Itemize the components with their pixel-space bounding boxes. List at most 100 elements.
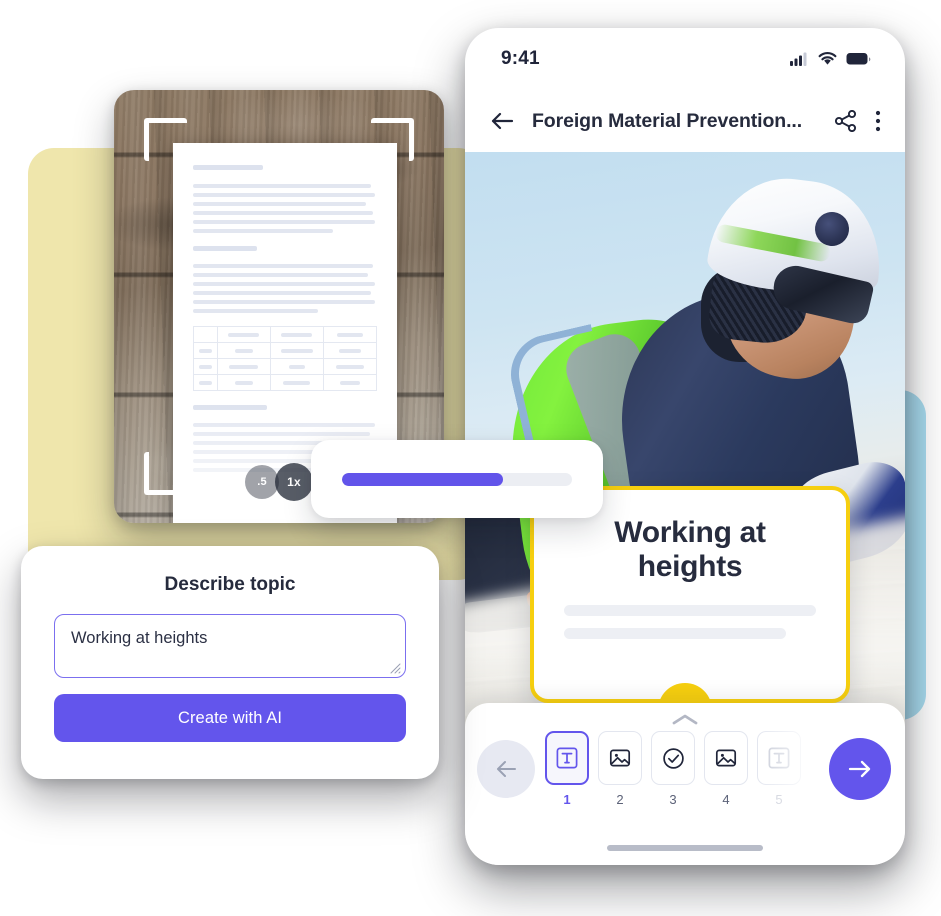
app-bar: Foreign Material Prevention... <box>465 90 905 152</box>
back-button[interactable] <box>490 111 514 131</box>
doc-line <box>193 273 368 277</box>
step-thumbnail <box>598 731 642 785</box>
status-bar: 9:41 <box>465 28 905 90</box>
step-navigation-row[interactable]: 1 2 3 4 5 <box>465 731 905 807</box>
chevron-up-icon <box>672 714 698 725</box>
topic-body-skeleton <box>564 605 816 640</box>
table-cell <box>269 326 324 343</box>
doc-line <box>193 291 372 295</box>
zoom-level-controls[interactable]: .5 1x <box>245 463 313 501</box>
table-cell <box>193 374 218 391</box>
home-indicator[interactable] <box>607 845 763 851</box>
image-icon <box>609 749 631 767</box>
share-button[interactable] <box>835 110 857 132</box>
step-number: 1 <box>563 792 571 807</box>
table-cell <box>193 342 218 359</box>
text-block-icon <box>556 747 578 769</box>
step-number: 2 <box>616 792 624 807</box>
table-cell <box>216 326 271 343</box>
doc-subheading-skeleton <box>193 246 258 251</box>
overflow-menu-button[interactable] <box>875 110 881 132</box>
scan-bracket-top-right <box>371 118 414 161</box>
table-cell <box>322 326 378 343</box>
doc-line <box>193 300 376 304</box>
battery-icon <box>846 53 871 65</box>
doc-line <box>193 229 333 233</box>
table-cell <box>193 358 218 375</box>
zoom-level-0.5x[interactable]: .5 <box>245 465 279 499</box>
doc-line <box>193 282 376 286</box>
doc-line <box>193 184 372 188</box>
status-icons <box>790 52 871 66</box>
doc-line <box>193 423 376 427</box>
topic-title: Working at heights <box>614 516 766 583</box>
step-item-3[interactable]: 3 <box>651 731 695 807</box>
table-cell <box>269 342 324 359</box>
expand-sheet-button[interactable] <box>465 713 905 727</box>
step-item-4[interactable]: 4 <box>704 731 748 807</box>
steps-scroller[interactable]: 1 2 3 4 5 <box>545 731 817 807</box>
table-cell <box>216 374 271 391</box>
check-circle-icon <box>662 747 684 769</box>
doc-heading-skeleton <box>193 165 263 170</box>
zoom-level-label: .5 <box>257 476 267 488</box>
describe-topic-title: Describe topic <box>164 574 296 595</box>
cellular-signal-icon <box>790 52 807 66</box>
arrow-left-icon <box>491 112 514 130</box>
image-icon <box>715 749 737 767</box>
doc-skeleton-table <box>193 326 378 391</box>
describe-topic-panel: Describe topic Create with AI <box>21 546 439 779</box>
skeleton-line <box>564 628 786 640</box>
topic-textarea[interactable] <box>55 615 405 677</box>
step-number: 4 <box>722 792 730 807</box>
status-time: 9:41 <box>501 48 540 69</box>
doc-line <box>193 432 370 436</box>
bottom-sheet-toolbar[interactable]: 1 2 3 4 5 <box>465 703 905 865</box>
step-thumbnail <box>545 731 589 785</box>
step-thumbnail <box>651 731 695 785</box>
step-number: 3 <box>669 792 677 807</box>
table-row <box>193 342 378 359</box>
progress-track <box>342 472 572 486</box>
step-item-1[interactable]: 1 <box>545 731 589 807</box>
table-cell <box>193 326 218 343</box>
doc-line <box>193 202 366 206</box>
progress-fill <box>342 472 503 486</box>
zoom-level-label: 1x <box>287 475 301 489</box>
step-number: 5 <box>775 792 783 807</box>
table-row <box>193 326 378 343</box>
doc-line <box>193 193 376 197</box>
share-icon <box>835 110 857 132</box>
table-row <box>193 358 378 375</box>
next-step-button[interactable] <box>829 738 891 800</box>
table-row <box>193 374 378 391</box>
wifi-icon <box>818 52 837 65</box>
table-cell <box>322 358 378 375</box>
zoom-level-1x[interactable]: 1x <box>275 463 313 501</box>
skeleton-line <box>564 605 816 617</box>
table-cell <box>322 342 378 359</box>
arrow-right-icon <box>848 760 871 778</box>
doc-line <box>193 264 374 268</box>
step-thumbnail <box>757 731 801 785</box>
arrow-left-icon <box>497 761 516 777</box>
table-cell <box>322 374 378 391</box>
create-with-ai-button[interactable]: Create with AI <box>54 694 406 742</box>
topic-input-wrapper[interactable] <box>54 614 406 678</box>
topic-title-card[interactable]: Working at heights <box>530 486 850 703</box>
page-title: Foreign Material Prevention... <box>532 109 803 132</box>
table-cell <box>269 374 324 391</box>
doc-line <box>193 309 319 313</box>
step-item-2[interactable]: 2 <box>598 731 642 807</box>
step-item-5[interactable]: 5 <box>757 731 801 807</box>
doc-subheading-skeleton <box>193 405 267 410</box>
previous-step-button[interactable] <box>477 740 535 798</box>
step-thumbnail <box>704 731 748 785</box>
more-vertical-icon <box>875 110 881 132</box>
progress-card <box>311 440 603 518</box>
text-block-icon <box>768 747 790 769</box>
scan-bracket-bottom-left <box>144 452 187 495</box>
table-cell <box>216 358 271 375</box>
table-cell <box>216 342 271 359</box>
screenshot-stage: .5 1x 9:41 Foreign Material Prevention..… <box>0 0 941 916</box>
